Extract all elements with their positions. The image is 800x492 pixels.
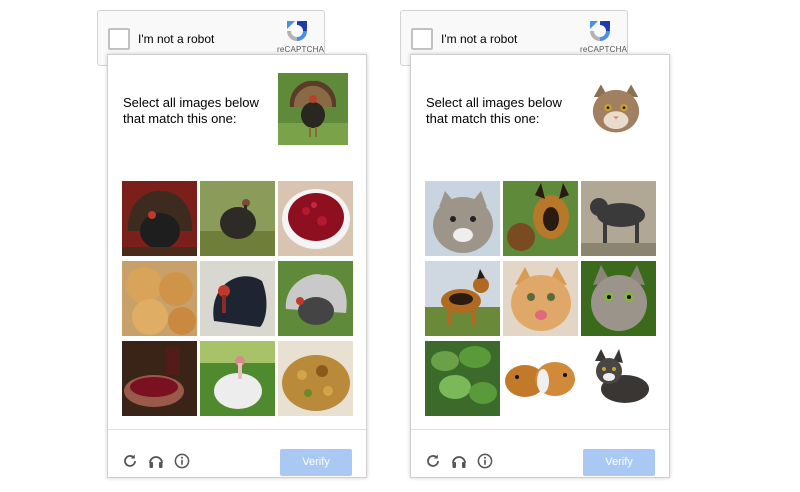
instruction-text: Select all images below that match this … xyxy=(426,95,562,126)
tile-turkey[interactable] xyxy=(200,181,275,256)
verify-button[interactable]: Verify xyxy=(583,449,655,476)
reload-icon[interactable] xyxy=(122,453,138,469)
footer-divider xyxy=(108,429,366,430)
tile-stuffing[interactable] xyxy=(278,341,353,416)
info-icon[interactable] xyxy=(477,453,493,469)
audio-icon[interactable] xyxy=(451,453,467,469)
tile-kitten[interactable] xyxy=(503,261,578,336)
image-grid xyxy=(122,181,354,417)
tile-kitten[interactable] xyxy=(581,341,656,416)
anchor-label: I'm not a robot xyxy=(138,32,215,46)
tile-kitten[interactable] xyxy=(425,181,500,256)
tile-turkey[interactable] xyxy=(122,181,197,256)
footer-divider xyxy=(411,429,669,430)
challenge-frame: Select all images below that match this … xyxy=(107,54,367,478)
tile-catnip-plant[interactable] xyxy=(425,341,500,416)
challenge-frame: Select all images below that match this … xyxy=(410,54,670,478)
anchor-label: I'm not a robot xyxy=(441,32,518,46)
instruction-text: Select all images below that match this … xyxy=(123,95,259,126)
tile-dog[interactable] xyxy=(581,181,656,256)
info-icon[interactable] xyxy=(174,453,190,469)
tile-bread-rolls[interactable] xyxy=(122,261,197,336)
reference-image-cat xyxy=(584,81,648,138)
captcha-widget-cat: I'm not a robot reCAPTCHA Select all ima… xyxy=(400,10,680,480)
reload-icon[interactable] xyxy=(425,453,441,469)
captcha-widget-turkey: I'm not a robot reCAPTCHA Select all ima… xyxy=(97,10,377,480)
tile-turkey[interactable] xyxy=(278,261,353,336)
tile-guinea-pigs[interactable] xyxy=(503,341,578,416)
tile-turkey[interactable] xyxy=(200,341,275,416)
tile-kitten[interactable] xyxy=(581,261,656,336)
tile-german-shepherd-puppies[interactable] xyxy=(503,181,578,256)
audio-icon[interactable] xyxy=(148,453,164,469)
recaptcha-brand: reCAPTCHA xyxy=(580,45,628,54)
tile-cranberry-sauce[interactable] xyxy=(278,181,353,256)
reference-image-turkey xyxy=(278,73,348,145)
tile-german-shepherd[interactable] xyxy=(425,261,500,336)
recaptcha-brand: reCAPTCHA xyxy=(277,45,325,54)
not-robot-checkbox[interactable] xyxy=(411,28,433,50)
tile-turkey[interactable] xyxy=(200,261,275,336)
tile-cranberry-dish[interactable] xyxy=(122,341,197,416)
verify-button[interactable]: Verify xyxy=(280,449,352,476)
recaptcha-logo-icon xyxy=(287,21,307,41)
not-robot-checkbox[interactable] xyxy=(108,28,130,50)
recaptcha-logo-icon xyxy=(590,21,610,41)
image-grid xyxy=(425,181,657,417)
